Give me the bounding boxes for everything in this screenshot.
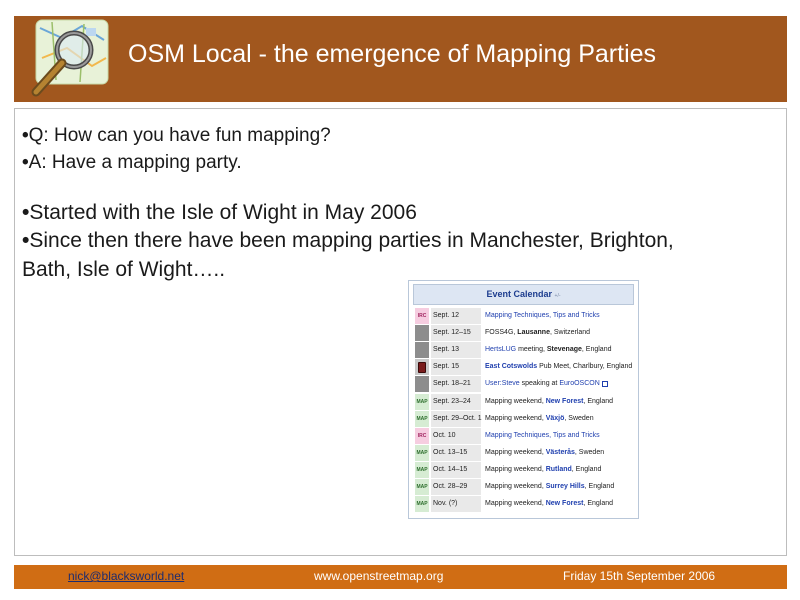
- bullet-answer: •A: Have a mapping party.: [22, 152, 242, 173]
- footer-email-link[interactable]: nick@blacksworld.net: [68, 569, 184, 583]
- event-description: Mapping Techniques, Tips and Tricks: [485, 428, 635, 444]
- slide-title: OSM Local - the emergence of Mapping Par…: [128, 40, 657, 68]
- event-description: East Cotswolds Pub Meet, Charlbury, Engl…: [485, 359, 635, 375]
- event-date: Sept. 13: [431, 342, 481, 359]
- event-description: Mapping Techniques, Tips and Tricks: [485, 308, 635, 324]
- event-date: Oct. 14–15: [431, 461, 481, 478]
- event-date: Oct. 10: [431, 427, 481, 444]
- event-date: Sept. 12–15: [431, 325, 481, 342]
- event-link[interactable]: New Forest: [546, 398, 584, 405]
- event-text: , England: [584, 483, 615, 490]
- event-description: Mapping weekend, Växjö, Sweden: [485, 411, 635, 427]
- event-link[interactable]: EuroOSCON: [559, 380, 599, 387]
- event-date: Sept. 12: [431, 308, 481, 324]
- event-date: Sept. 29–Oct. 1: [431, 410, 482, 427]
- calendar-event-row: Sept. 13 HertsLUG meeting, Stevenage, Eng…: [413, 342, 634, 359]
- event-date: Sept. 23–24: [431, 393, 481, 410]
- event-type-icon: [415, 342, 429, 359]
- calendar-event-row: Sept. 18–21 User:Steve speaking at EuroOS…: [413, 376, 634, 393]
- event-text: FOSS4G,: [485, 329, 518, 337]
- event-description: Mapping weekend, Västerås, Sweden: [485, 445, 635, 461]
- event-description: FOSS4G, Lausanne, Switzerland: [485, 325, 635, 341]
- calendar-event-row: MAP Nov. (?) Mapping weekend, New Forest, …: [413, 496, 634, 513]
- event-date: Sept. 15: [431, 359, 481, 376]
- event-link[interactable]: Växjö: [546, 415, 565, 422]
- calendar-event-row: IRC Oct. 10 Mapping Techniques, Tips and T…: [413, 427, 635, 445]
- event-text: Lausanne: [517, 329, 550, 337]
- event-type-icon: [415, 359, 429, 376]
- event-link[interactable]: Mapping Techniques, Tips and Tricks: [485, 432, 600, 439]
- event-text: meeting,: [516, 346, 547, 354]
- event-type-icon: MAP: [415, 496, 429, 513]
- event-date: Nov. (?): [431, 496, 481, 513]
- event-type-icon: MAP: [415, 461, 429, 478]
- event-text: Mapping weekend,: [485, 397, 546, 405]
- event-link[interactable]: Surrey Hills: [546, 483, 585, 490]
- event-text: , Switzerland: [549, 329, 591, 337]
- event-type-icon: IRC: [415, 427, 429, 444]
- event-text: Mapping weekend,: [485, 448, 546, 456]
- calendar-event-row: MAP Oct. 28–29 Mapping weekend, Surrey Hil…: [413, 479, 634, 496]
- calendar-event-row: Sept. 15 East Cotswolds Pub Meet, Charlbu…: [413, 359, 634, 376]
- event-text: Pub Meet, Charlbury, England: [537, 363, 633, 371]
- event-link[interactable]: New Forest: [546, 500, 584, 507]
- event-type-icon: [415, 325, 429, 342]
- event-description: Mapping weekend, New Forest, England: [485, 496, 635, 512]
- event-description: Mapping weekend, Surrey Hills, England: [485, 479, 635, 495]
- event-text: Mapping weekend,: [485, 483, 546, 490]
- event-type-icon: [415, 376, 429, 393]
- event-link[interactable]: East Cotswolds: [485, 363, 537, 370]
- event-text: , England: [583, 397, 614, 405]
- event-text: , England: [581, 346, 612, 354]
- event-link[interactable]: HertsLUG: [485, 346, 516, 353]
- event-link[interactable]: Västerås: [546, 449, 575, 456]
- event-calendar: Event Calendar +/- IRC Sept. 12 Mapping Te…: [408, 280, 639, 519]
- event-text: speaking at: [519, 380, 560, 388]
- event-text: , Sweden: [574, 448, 605, 456]
- content-frame: [14, 108, 787, 556]
- calendar-event-row: MAP Sept. 29–Oct. 1 Mapping weekend, Växjö…: [413, 410, 635, 428]
- bullet-since-then: •Since then there have been mapping part…: [22, 229, 674, 252]
- event-type-icon: MAP: [415, 444, 429, 461]
- event-text: , England: [571, 465, 602, 473]
- event-type-icon: MAP: [415, 393, 429, 410]
- external-link-icon: [601, 380, 608, 387]
- event-text: Stevenage: [546, 346, 582, 354]
- event-type-icon: IRC: [415, 308, 429, 324]
- bullet-started: •Started with the Isle of Wight in May 2…: [22, 201, 417, 224]
- event-text: Mapping weekend,: [485, 465, 546, 473]
- calendar-event-row: Sept. 12–15 FOSS4G, Lausanne, Switzerland: [413, 325, 634, 342]
- event-date: Sept. 18–21: [431, 376, 481, 393]
- event-type-icon: MAP: [415, 410, 429, 427]
- osm-logo-icon: [31, 19, 109, 97]
- event-text: , England: [583, 500, 614, 508]
- event-type-icon: MAP: [415, 479, 429, 495]
- footer-website: www.openstreetmap.org: [314, 569, 444, 583]
- calendar-event-row: IRC Sept. 12 Mapping Techniques, Tips and …: [413, 308, 634, 325]
- calendar-toggle[interactable]: +/-: [555, 293, 561, 299]
- event-link[interactable]: User:Steve: [485, 380, 520, 387]
- calendar-event-row: MAP Sept. 23–24 Mapping weekend, New Fores…: [413, 393, 635, 411]
- event-text: Mapping weekend,: [485, 500, 546, 508]
- calendar-event-row: MAP Oct. 13–15 Mapping weekend, Västerås, …: [413, 444, 635, 462]
- event-text: , Sweden: [564, 414, 594, 422]
- event-description: Mapping weekend, New Forest, England: [485, 394, 635, 410]
- bullet-question: •Q: How can you have fun mapping?: [22, 125, 331, 146]
- event-description: User:Steve speaking at EuroOSCON: [485, 376, 635, 392]
- event-calendar-header: Event Calendar +/-: [413, 284, 634, 305]
- event-date: Oct. 28–29: [431, 479, 481, 495]
- event-text: Mapping weekend,: [485, 414, 546, 422]
- event-link[interactable]: Mapping Techniques, Tips and Tricks: [485, 312, 600, 319]
- event-link[interactable]: Rutland: [546, 466, 572, 473]
- event-description: Mapping weekend, Rutland, England: [485, 462, 635, 478]
- bullet-places: Bath, Isle of Wight…..: [22, 258, 226, 281]
- event-description: HertsLUG meeting, Stevenage, England: [485, 342, 635, 358]
- event-date: Oct. 13–15: [431, 444, 481, 461]
- calendar-event-row: MAP Oct. 14–15 Mapping weekend, Rutland, E…: [413, 461, 635, 479]
- footer-date: Friday 15th September 2006: [563, 569, 716, 583]
